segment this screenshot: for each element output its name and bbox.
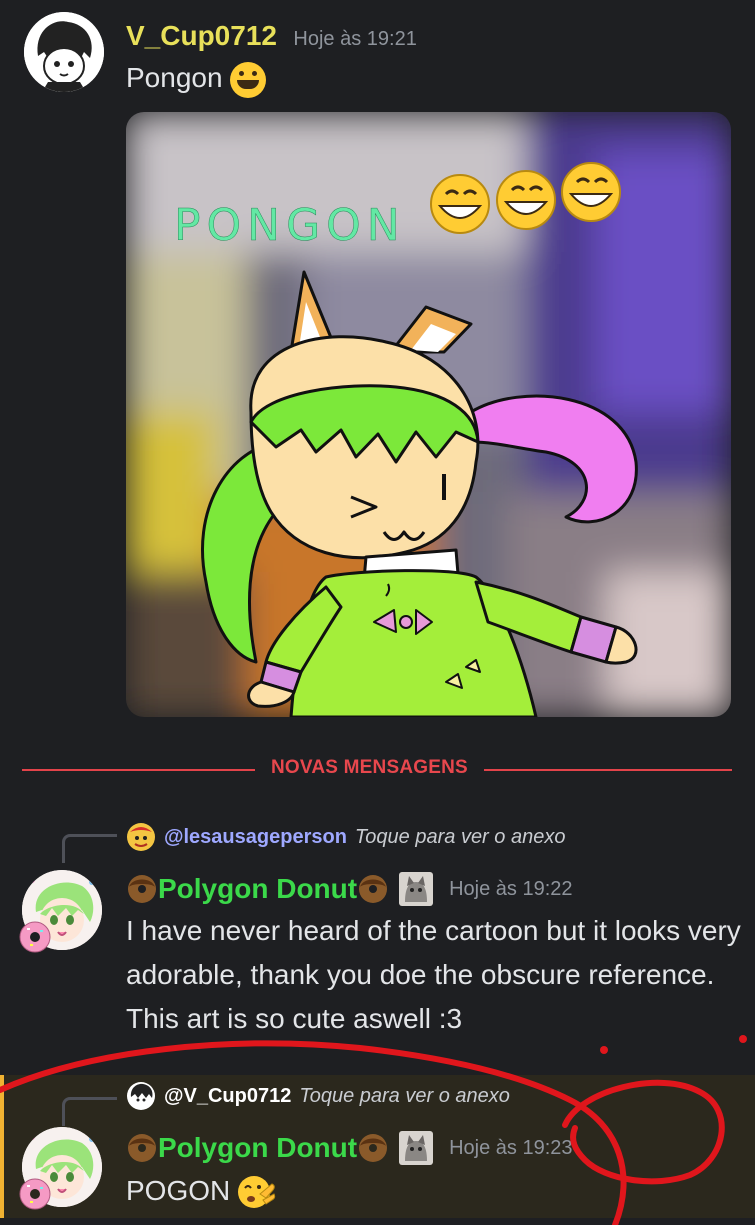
cat-badge-icon xyxy=(399,1131,434,1165)
reply-mention[interactable]: @V_Cup0712 xyxy=(164,1085,291,1108)
reply-connector xyxy=(62,1097,117,1126)
donut-decoration-icon xyxy=(19,921,51,953)
reply-mention[interactable]: @lesausageperson xyxy=(164,826,347,849)
message-1[interactable]: V_Cup0712 Hoje às 19:21 Pongon PONGON xyxy=(0,0,755,740)
message-3[interactable]: @V_Cup0712 Toque para ver o anexo Polygo… xyxy=(0,1075,755,1218)
cat-badge-icon xyxy=(399,872,434,906)
reply-connector xyxy=(62,834,117,863)
donut-decoration-icon xyxy=(19,1178,51,1210)
timestamp: Hoje às 19:22 xyxy=(449,877,573,900)
reply-reference[interactable]: @lesausageperson Toque para ver o anexo xyxy=(126,822,565,852)
reply-hint[interactable]: Toque para ver o anexo xyxy=(355,826,566,849)
grinning-face-emoji xyxy=(230,61,267,98)
message-content: POGON xyxy=(126,1169,276,1213)
username[interactable]: Polygon Donut xyxy=(158,1132,357,1164)
message-2[interactable]: @lesausageperson Toque para ver o anexo … xyxy=(0,800,755,1060)
donut-emoji-icon xyxy=(359,1134,388,1162)
message-text: POGON xyxy=(126,1175,231,1206)
donut-emoji-icon xyxy=(128,875,156,903)
artwork-caption: PONGON xyxy=(174,200,406,251)
donut-emoji-icon xyxy=(359,875,388,903)
donut-emoji-icon xyxy=(128,1134,156,1162)
reply-hint[interactable]: Toque para ver o anexo xyxy=(299,1085,510,1108)
clapping-face-emoji xyxy=(238,1176,276,1208)
timestamp: Hoje às 19:23 xyxy=(449,1136,573,1159)
replied-user-avatar xyxy=(127,823,155,851)
message-text: Pongon xyxy=(126,62,223,93)
new-messages-label: NOVAS MENSAGENS xyxy=(255,757,484,779)
avatar[interactable] xyxy=(24,12,104,92)
replied-user-avatar xyxy=(127,1082,155,1110)
highlight-bar xyxy=(0,1075,4,1218)
reply-reference[interactable]: @V_Cup0712 Toque para ver o anexo xyxy=(126,1081,510,1111)
image-attachment[interactable]: PONGON xyxy=(126,112,731,717)
message-content: Pongon xyxy=(126,56,267,100)
avatar-drawing-icon xyxy=(24,12,104,92)
timestamp: Hoje às 19:21 xyxy=(293,28,417,50)
username[interactable]: Polygon Donut xyxy=(158,873,357,905)
attachment-artwork: PONGON xyxy=(126,112,731,717)
message-text: I have never heard of the cartoon but it… xyxy=(126,915,741,1034)
username[interactable]: V_Cup0712 xyxy=(126,20,277,51)
